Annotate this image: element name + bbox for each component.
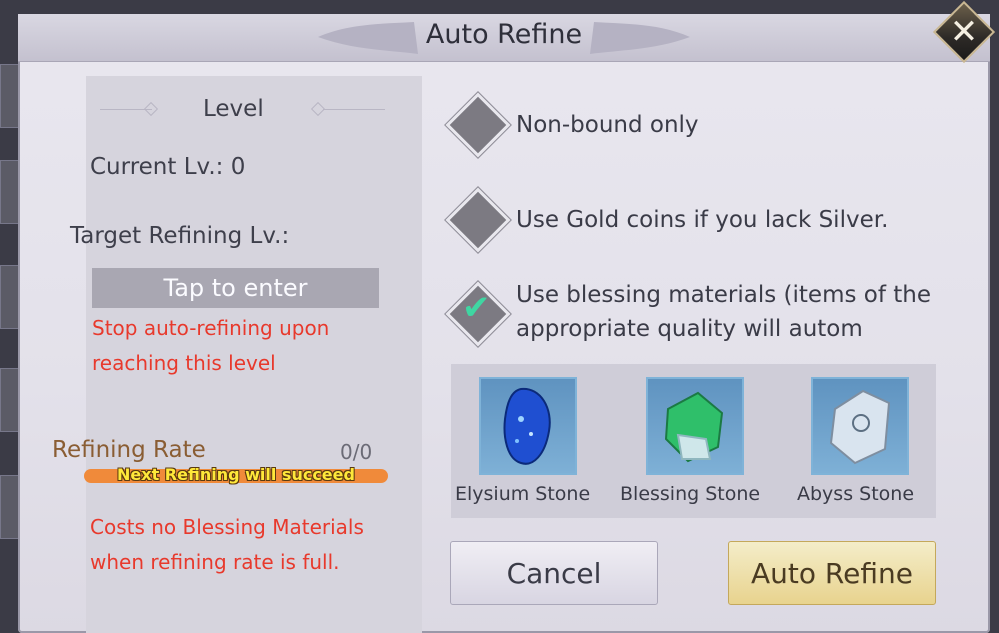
abyss-stone-slot[interactable] xyxy=(811,377,909,475)
option-gold-coins-label[interactable]: Use Gold coins if you lack Silver. xyxy=(516,203,888,237)
level-divider-right xyxy=(323,109,385,110)
current-level-text: Current Lv.: 0 xyxy=(90,154,246,180)
option-nonbound-label[interactable]: Non-bound only xyxy=(516,108,699,142)
title-bar: Auto Refine xyxy=(18,14,990,62)
refining-rate-label: Refining Rate xyxy=(52,437,206,463)
abyss-stone-label: Abyss Stone xyxy=(797,483,915,505)
blessing-stone-slot[interactable] xyxy=(646,377,744,475)
elysium-stone-label: Elysium Stone xyxy=(455,483,591,505)
level-heading: Level xyxy=(203,96,264,122)
blessing-cost-note: Costs no Blessing Materials when refinin… xyxy=(90,515,364,574)
dialog-title: Auto Refine xyxy=(425,19,583,50)
stop-auto-refine-note: Stop auto-refining upon reaching this le… xyxy=(92,316,330,375)
target-level-label: Target Refining Lv.: xyxy=(70,223,290,249)
abyss-stone-icon xyxy=(829,389,891,465)
elysium-stone-slot[interactable] xyxy=(479,377,577,475)
auto-refine-button[interactable]: Auto Refine xyxy=(728,541,936,605)
option-blessing-label[interactable]: Use blessing materials (items of the app… xyxy=(516,278,956,346)
blessing-stone-icon xyxy=(664,391,724,463)
cancel-button[interactable]: Cancel xyxy=(450,541,658,605)
refining-rate-value: 0/0 xyxy=(340,440,373,464)
close-x-icon[interactable]: ✕ xyxy=(942,10,986,54)
elysium-stone-icon xyxy=(503,387,551,465)
refining-rate-bar-text: Next Refining will succeed xyxy=(117,465,355,484)
checkmark-icon: ✔ xyxy=(462,288,491,328)
blessing-stone-label: Blessing Stone xyxy=(620,483,761,505)
target-level-input[interactable]: Tap to enter xyxy=(92,268,379,308)
